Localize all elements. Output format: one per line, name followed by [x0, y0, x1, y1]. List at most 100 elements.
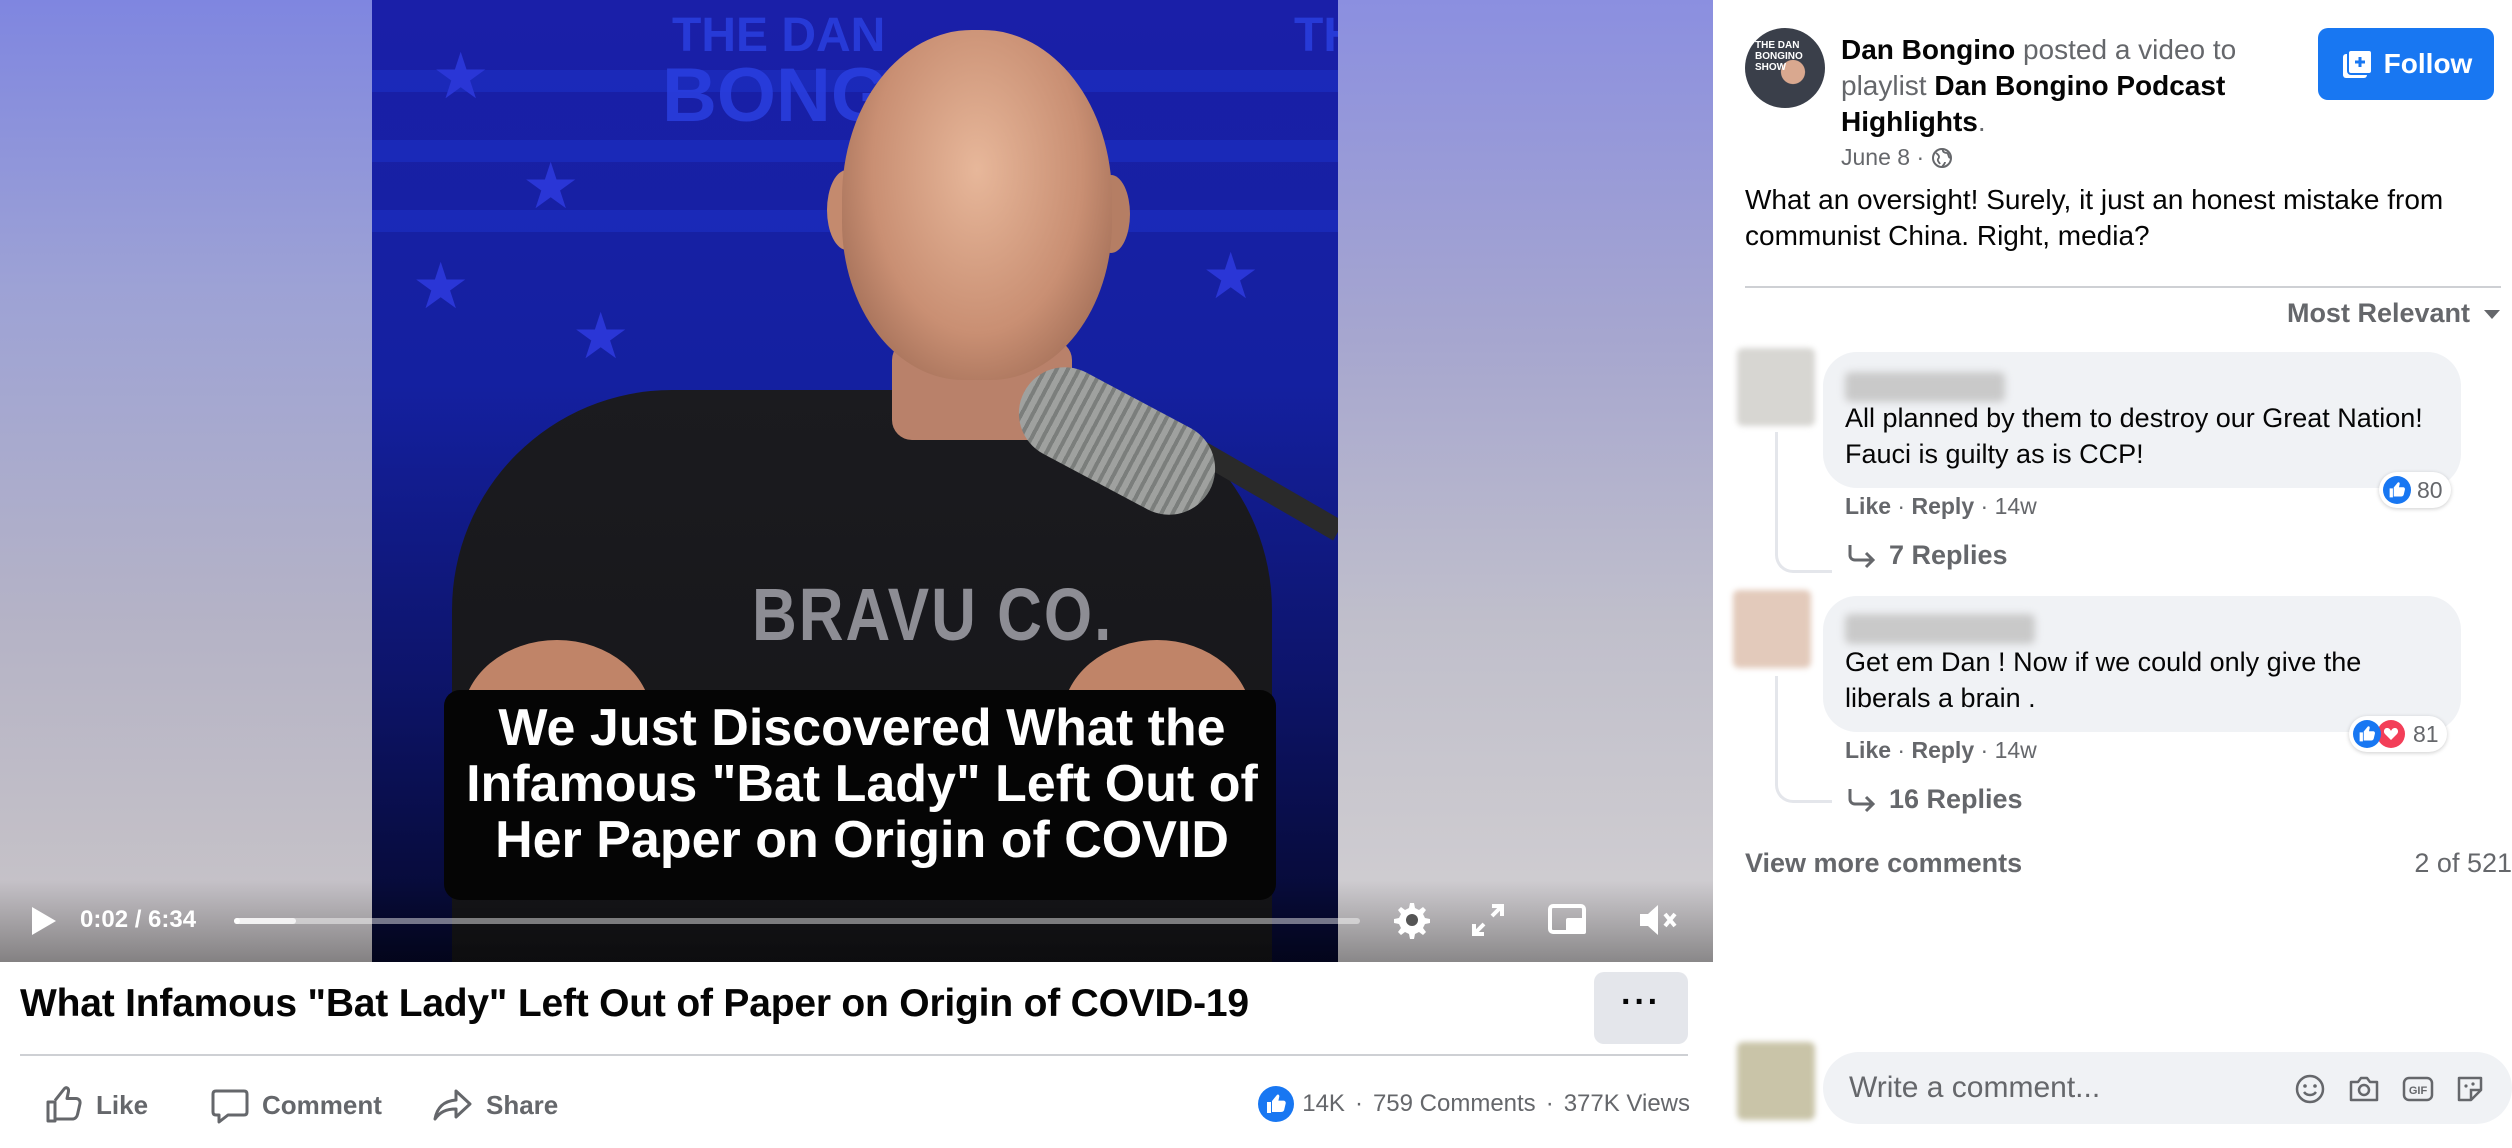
- comment-meta: Like · Reply · 14w: [1845, 493, 2037, 520]
- comment-reactions[interactable]: 80: [2379, 472, 2451, 508]
- reply-arrow-icon: [1848, 544, 1876, 568]
- view-more-comments-link[interactable]: View more comments: [1745, 848, 2022, 879]
- progress-played: [234, 918, 240, 924]
- divider: [1745, 286, 2501, 288]
- like-button[interactable]: Like: [44, 1080, 148, 1130]
- fullscreen-icon[interactable]: [1466, 898, 1510, 942]
- like-label: Like: [96, 1089, 149, 1120]
- video-caption: We Just Discovered What the Infamous "Ba…: [452, 700, 1272, 868]
- like-reaction-icon: [2383, 476, 2411, 504]
- separator: ·: [1897, 493, 1906, 519]
- follow-label: Follow: [2383, 48, 2473, 79]
- video-controls: 0:02 / 6:34: [0, 880, 1713, 962]
- comment-like-link[interactable]: Like: [1845, 493, 1891, 519]
- love-reaction-icon: [2377, 720, 2405, 748]
- period: .: [1977, 106, 1986, 137]
- date-text[interactable]: June 8: [1841, 144, 1910, 171]
- comment-icon: [211, 1089, 249, 1124]
- play-icon[interactable]: [26, 904, 60, 938]
- replies-label: 7 Replies: [1889, 540, 2008, 570]
- caption-line: We Just Discovered What the: [498, 699, 1226, 757]
- person-head: [842, 30, 1112, 380]
- caption-line: Her Paper on Origin of COVID: [495, 811, 1229, 869]
- share-icon: [433, 1089, 472, 1121]
- view-replies-button[interactable]: 7 Replies: [1847, 540, 2008, 571]
- star-shape: ★: [432, 40, 490, 114]
- caption-line: Infamous "Bat Lady" Left Out of: [466, 755, 1258, 813]
- more-options-button[interactable]: ···: [1594, 972, 1688, 1044]
- current-user-avatar[interactable]: [1737, 1042, 1815, 1120]
- gear-icon[interactable]: [1390, 898, 1434, 942]
- comment-text: Get em Dan ! Now if we could only give t…: [1845, 647, 2362, 713]
- comment-age[interactable]: 14w: [1995, 737, 2037, 763]
- likes-count[interactable]: 14K: [1302, 1090, 1345, 1118]
- share-button[interactable]: Share: [432, 1080, 558, 1130]
- emoji-icon[interactable]: [2293, 1072, 2327, 1106]
- reaction-count: 80: [2417, 476, 2443, 503]
- separator: ·: [1545, 1090, 1554, 1117]
- star-shape: ★: [572, 300, 630, 374]
- comments-count[interactable]: 759 Comments: [1373, 1090, 1536, 1118]
- comment-reply-link[interactable]: Reply: [1911, 737, 1974, 763]
- comment-like-link[interactable]: Like: [1845, 737, 1891, 763]
- replies-label: 16 Replies: [1889, 784, 2023, 814]
- mute-icon[interactable]: [1636, 898, 1680, 942]
- thumbs-up-icon: [46, 1086, 82, 1123]
- commenter-avatar[interactable]: [1733, 590, 1811, 668]
- picture-in-picture-icon[interactable]: [1546, 898, 1590, 942]
- view-replies-button[interactable]: 16 Replies: [1847, 784, 2023, 815]
- commenter-name[interactable]: [1845, 372, 2005, 402]
- comment-meta: Like · Reply · 14w: [1845, 737, 2037, 764]
- separator: ·: [1910, 144, 1931, 170]
- separator: ·: [1354, 1090, 1363, 1117]
- video-blur-right: [1338, 0, 1713, 962]
- sticker-icon[interactable]: [2453, 1072, 2487, 1106]
- camera-icon[interactable]: [2347, 1072, 2381, 1106]
- author-name[interactable]: Dan Bongino: [1841, 34, 2015, 65]
- video-blur-left: [0, 0, 372, 962]
- views-count: 377K Views: [1563, 1090, 1690, 1117]
- background-logo: TH: [1294, 9, 1338, 62]
- avatar-logo: THE DAN BONGINO SHOW: [1755, 40, 1803, 73]
- post-date: June 8 ·: [1841, 144, 1953, 171]
- video-title: What Infamous "Bat Lady" Left Out of Pap…: [20, 982, 1249, 1025]
- comment-reply-link[interactable]: Reply: [1911, 493, 1974, 519]
- video-frame[interactable]: THE DAN BONG TH ★ ★ ★ ★ ★ BRAVU CO. We J…: [372, 0, 1338, 962]
- separator: ·: [1980, 737, 1989, 763]
- gif-icon[interactable]: GIF: [2401, 1072, 2435, 1106]
- comment-label: Comment: [262, 1089, 382, 1120]
- progress-buffered: [234, 918, 296, 924]
- commenter-avatar[interactable]: [1737, 348, 1815, 426]
- star-shape: ★: [1202, 240, 1260, 314]
- separator: ·: [1897, 737, 1906, 763]
- post-sidebar: THE DAN BONGINO SHOW Dan Bongino posted …: [1713, 0, 2512, 1148]
- commenter-name[interactable]: [1845, 614, 2035, 644]
- share-label: Share: [486, 1089, 559, 1120]
- avatar[interactable]: THE DAN BONGINO SHOW: [1745, 28, 1825, 108]
- caret-down-icon: [2484, 309, 2500, 319]
- comment-age[interactable]: 14w: [1995, 493, 2037, 519]
- comment-composer: GIF: [1823, 1052, 2512, 1124]
- globe-icon: [1931, 147, 1952, 168]
- shirt-text: BRAVU CO.: [752, 574, 1114, 657]
- follow-button[interactable]: Follow: [2318, 28, 2494, 100]
- like-reaction-icon: [1258, 1086, 1295, 1122]
- more-icon: ···: [1621, 983, 1661, 1021]
- comment-count: 2 of 521: [2414, 848, 2512, 878]
- separator: ·: [1980, 493, 1989, 519]
- comment-input[interactable]: [1847, 1070, 2271, 1106]
- video-player[interactable]: THE DAN BONG TH ★ ★ ★ ★ ★ BRAVU CO. We J…: [0, 0, 1713, 962]
- sort-label: Most Relevant: [2286, 298, 2470, 328]
- follow-icon: [2342, 49, 2373, 78]
- post-stats: 14K · 759 Comments · 377K Views: [1258, 1086, 1690, 1122]
- svg-text:GIF: GIF: [2409, 1085, 2428, 1097]
- star-shape: ★: [412, 250, 470, 324]
- comment-sort-dropdown[interactable]: Most Relevant: [2287, 298, 2504, 329]
- comment-button[interactable]: Comment: [210, 1080, 382, 1130]
- video-progress-bar[interactable]: [234, 918, 1360, 924]
- reply-arrow-icon: [1848, 788, 1876, 812]
- divider: [20, 1054, 1688, 1056]
- post-header: Dan Bongino posted a video to playlist D…: [1841, 32, 2281, 140]
- comment-reactions[interactable]: 81: [2349, 716, 2447, 752]
- reaction-count: 81: [2413, 720, 2439, 747]
